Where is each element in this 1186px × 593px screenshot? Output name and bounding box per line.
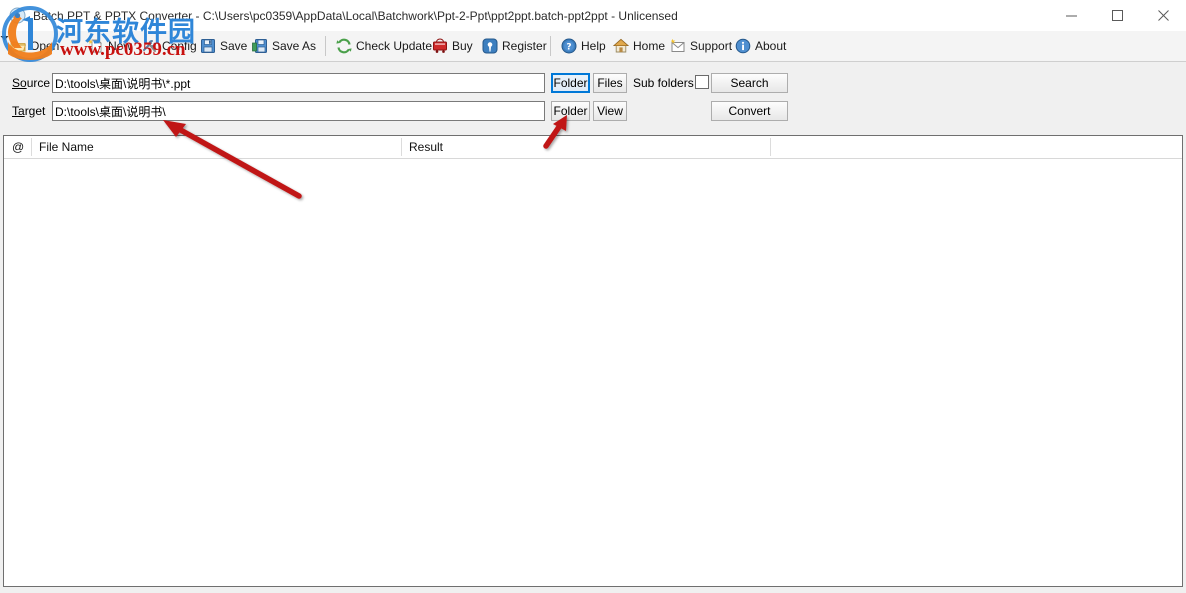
shopping-cart-icon [432, 38, 448, 54]
toolbar-save-as-label: Save As [272, 39, 317, 53]
toolbar-buy-label: Buy [452, 39, 473, 53]
file-list[interactable]: @ File Name Result [3, 135, 1183, 587]
toolbar-separator-2 [550, 36, 551, 56]
folder-open-icon [10, 38, 27, 54]
toolbar-save-button[interactable]: Save [200, 35, 247, 57]
info-icon [735, 38, 751, 54]
toolbar-about-label: About [755, 39, 787, 53]
close-icon [1157, 9, 1169, 21]
toolbar-new-button[interactable]: New [88, 35, 132, 57]
close-button[interactable] [1140, 0, 1186, 30]
target-label-mnemonic: Ta [12, 104, 25, 118]
help-question-icon: ? [561, 38, 577, 54]
source-files-button[interactable]: Files [593, 73, 627, 93]
toolbar-separator [325, 36, 326, 56]
toolbar-about-button[interactable]: About [735, 35, 786, 57]
toolbar-support-button[interactable]: Support [670, 35, 732, 57]
source-label-rest: urce [26, 76, 51, 90]
tools-icon [142, 38, 158, 54]
home-icon [612, 38, 630, 54]
source-label: Source [12, 76, 50, 90]
convert-button[interactable]: Convert [711, 101, 788, 121]
application-window: Batch PPT & PPTX Converter - C:\Users\pc… [0, 0, 1186, 593]
toolbar-open-button[interactable]: Open [10, 35, 59, 57]
file-list-header: @ File Name Result [4, 136, 1182, 159]
toolbar-support-label: Support [690, 39, 733, 53]
source-folder-button[interactable]: Folder [551, 73, 590, 93]
toolbar-help-label: Help [581, 39, 606, 53]
source-label-mnemonic: So [12, 76, 27, 90]
sub-folders-label: Sub folders [633, 76, 694, 90]
toolbar-check-update-label: Check Update [356, 39, 433, 53]
refresh-icon [336, 38, 352, 54]
toolbar-buy-button[interactable]: Buy [432, 35, 473, 57]
minimize-icon [1065, 15, 1077, 16]
target-label: Target [12, 104, 45, 118]
toolbar-home-button[interactable]: Home [612, 35, 666, 57]
source-path-input[interactable] [52, 73, 545, 93]
toolbar: Open New Config Save Save As Check Updat… [0, 31, 1186, 62]
new-document-icon [88, 38, 104, 54]
window-title: Batch PPT & PPTX Converter - C:\Users\pc… [33, 9, 678, 23]
search-button[interactable]: Search [711, 73, 788, 93]
toolbar-config-button[interactable]: Config [142, 35, 197, 57]
toolbar-save-label: Save [220, 39, 248, 53]
toolbar-check-update-button[interactable]: Check Update [336, 35, 432, 57]
file-list-body[interactable] [4, 159, 1182, 586]
register-key-icon [482, 38, 498, 54]
toolbar-open-label: Open [30, 39, 60, 53]
mail-support-icon [670, 38, 686, 54]
toolbar-register-label: Register [502, 39, 547, 53]
title-bar: Batch PPT & PPTX Converter - C:\Users\pc… [0, 0, 1186, 32]
target-view-button[interactable]: View [593, 101, 627, 121]
sub-folders-checkbox[interactable] [695, 75, 709, 89]
maximize-button[interactable] [1094, 0, 1140, 30]
toolbar-save-as-button[interactable]: Save As [252, 35, 316, 57]
minimize-button[interactable] [1048, 0, 1094, 30]
toolbar-config-label: Config [162, 39, 197, 53]
target-folder-button[interactable]: Folder [551, 101, 590, 121]
target-path-input[interactable] [52, 101, 545, 121]
svg-text:?: ? [566, 43, 571, 53]
column-divider-3[interactable] [770, 138, 771, 156]
toolbar-new-label: New [108, 39, 133, 53]
save-floppy-icon [200, 38, 216, 54]
target-label-rest: rget [24, 104, 46, 118]
column-header-result[interactable]: Result [402, 136, 770, 158]
chevron-down-icon[interactable] [0, 31, 9, 45]
app-icon [9, 7, 26, 24]
save-as-floppy-icon [252, 38, 268, 54]
toolbar-register-button[interactable]: Register [482, 35, 547, 57]
toolbar-home-label: Home [633, 39, 666, 53]
column-header-at[interactable]: @ [4, 136, 32, 158]
column-header-file-name[interactable]: File Name [32, 136, 402, 158]
maximize-icon [1111, 9, 1123, 21]
toolbar-help-button[interactable]: ? Help [561, 35, 606, 57]
